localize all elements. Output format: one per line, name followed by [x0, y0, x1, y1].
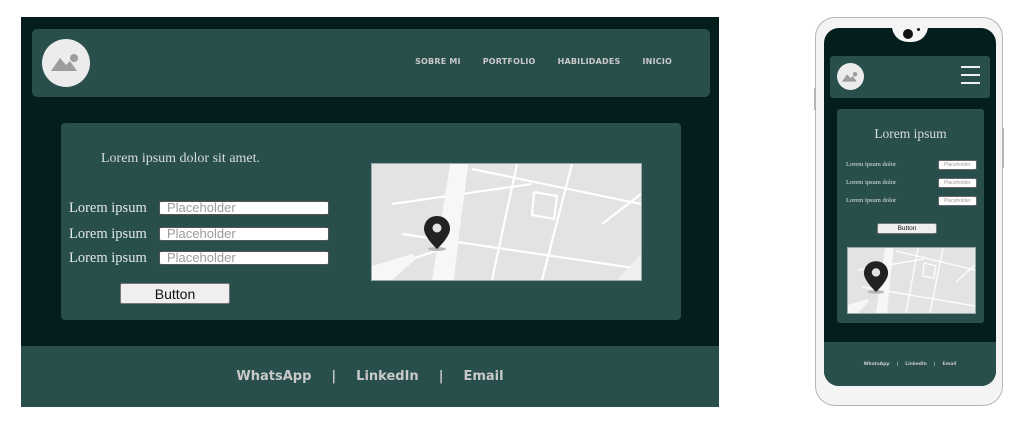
footer-separator: |: [331, 369, 337, 384]
desktop-header: SOBRE MI PORTFOLIO HABILIDADES INICIO: [32, 29, 710, 97]
map-embed[interactable]: [371, 163, 642, 281]
nav-habilidades[interactable]: HABILIDADES: [558, 57, 621, 66]
desktop-nav: SOBRE MI PORTFOLIO HABILIDADES INICIO: [415, 57, 672, 66]
form-row: Lorem ipsum dolor: [846, 160, 981, 171]
text-input-2[interactable]: [938, 178, 977, 188]
text-input-1[interactable]: [159, 201, 329, 215]
mobile-footer: WhatsApp | LinkedIn | Email: [824, 342, 996, 386]
footer-link-whatsapp[interactable]: WhatsApp: [864, 362, 890, 367]
text-input-2[interactable]: [159, 227, 329, 241]
nav-portfolio[interactable]: PORTFOLIO: [483, 57, 536, 66]
image-placeholder-icon: [51, 54, 78, 71]
phone-side-button: [814, 88, 816, 110]
submit-button[interactable]: Button: [877, 223, 937, 234]
desktop-footer: WhatsApp | LinkedIn | Email: [21, 346, 719, 407]
form-row: Lorem ipsum: [69, 226, 339, 245]
form-row: Lorem ipsum: [69, 200, 339, 219]
mobile-contact-card: Lorem ipsum Lorem ipsum dolor Lorem ipsu…: [837, 109, 984, 323]
field-label: Lorem ipsum: [69, 200, 147, 216]
sensor-icon: [917, 28, 920, 31]
mobile-screen: Lorem ipsum Lorem ipsum dolor Lorem ipsu…: [824, 28, 996, 386]
mobile-header: [830, 56, 990, 98]
text-input-3[interactable]: [159, 251, 329, 265]
logo-avatar[interactable]: [42, 39, 90, 87]
form-row: Lorem ipsum: [69, 250, 339, 269]
footer-links: WhatsApp | LinkedIn | Email: [21, 346, 719, 407]
footer-link-email[interactable]: Email: [943, 362, 957, 367]
map-streets: [372, 164, 641, 280]
field-label: Lorem ipsum dolor: [846, 197, 897, 204]
camera-icon: [903, 29, 913, 39]
footer-separator: |: [438, 369, 444, 384]
contact-card: Lorem ipsum dolor sit amet. Lorem ipsum …: [61, 123, 681, 320]
form-row: Lorem ipsum dolor: [846, 196, 981, 207]
text-input-3[interactable]: [938, 196, 977, 206]
footer-separator: |: [896, 361, 899, 367]
logo-avatar[interactable]: [837, 63, 864, 90]
hamburger-menu-icon[interactable]: [961, 66, 980, 84]
footer-separator: |: [933, 361, 936, 367]
card-title: Lorem ipsum dolor sit amet.: [101, 151, 261, 166]
nav-inicio[interactable]: INICIO: [643, 57, 673, 66]
field-label: Lorem ipsum dolor: [846, 161, 897, 168]
phone-side-button: [1002, 128, 1004, 168]
card-title: Lorem ipsum: [874, 126, 947, 141]
submit-button[interactable]: Button: [120, 283, 230, 304]
map-pin-icon: [863, 261, 889, 294]
footer-link-linkedin[interactable]: LinkedIn: [905, 362, 927, 367]
nav-sobre-mi[interactable]: SOBRE MI: [415, 57, 461, 66]
field-label: Lorem ipsum: [69, 226, 147, 242]
image-placeholder-icon: [842, 71, 858, 82]
form-row: Lorem ipsum dolor: [846, 178, 981, 189]
footer-link-email[interactable]: Email: [463, 369, 503, 384]
desktop-mockup: SOBRE MI PORTFOLIO HABILIDADES INICIO Lo…: [21, 17, 719, 407]
mobile-mockup: Lorem ipsum Lorem ipsum dolor Lorem ipsu…: [814, 17, 1004, 406]
map-embed[interactable]: [847, 247, 976, 314]
text-input-1[interactable]: [938, 160, 977, 170]
footer-link-linkedin[interactable]: LinkedIn: [356, 369, 419, 384]
map-pin-icon: [424, 216, 450, 251]
field-label: Lorem ipsum dolor: [846, 179, 897, 186]
field-label: Lorem ipsum: [69, 250, 147, 266]
footer-link-whatsapp[interactable]: WhatsApp: [236, 369, 311, 384]
